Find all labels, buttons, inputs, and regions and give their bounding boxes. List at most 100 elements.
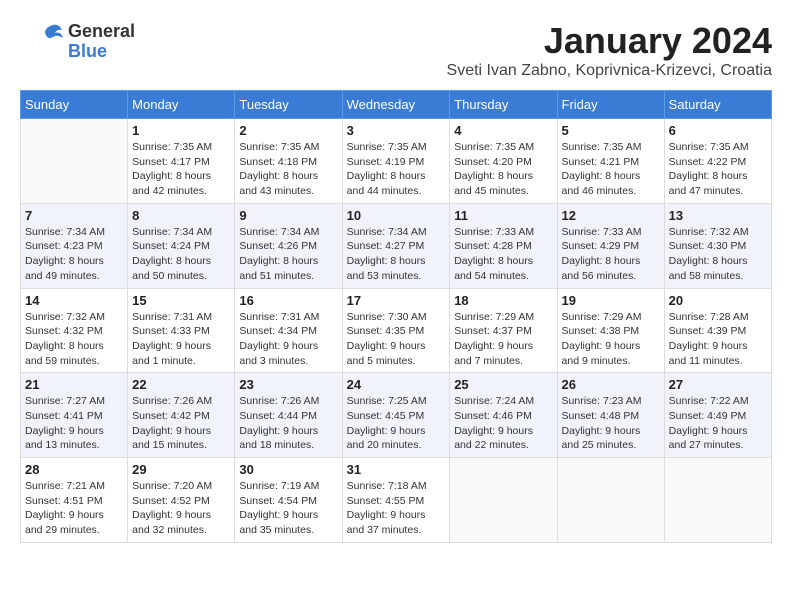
logo-blue-text: Blue (68, 42, 135, 62)
day-info: Sunrise: 7:30 AM Sunset: 4:35 PM Dayligh… (347, 310, 446, 369)
day-number: 8 (132, 208, 230, 223)
calendar-day-cell: 4Sunrise: 7:35 AM Sunset: 4:20 PM Daylig… (450, 119, 557, 204)
day-number: 1 (132, 123, 230, 138)
calendar-day-cell: 9 Sunrise: 7:34 AM Sunset: 4:26 PM Daylig… (235, 203, 342, 288)
calendar-header-row: SundayMondayTuesdayWednesdayThursdayFrid… (21, 91, 772, 119)
calendar-day-cell: 18Sunrise: 7:29 AM Sunset: 4:37 PM Dayli… (450, 288, 557, 373)
day-number: 29 (132, 462, 230, 477)
day-info: Sunrise: 7:34 AM Sunset: 4:23 PM Dayligh… (25, 225, 123, 284)
day-info: Sunrise: 7:34 AM Sunset: 4:26 PM Dayligh… (239, 225, 337, 284)
day-info: Sunrise: 7:31 AM Sunset: 4:34 PM Dayligh… (239, 310, 337, 369)
calendar-day-header: Monday (128, 91, 235, 119)
day-number: 23 (239, 377, 337, 392)
calendar-day-cell (557, 458, 664, 543)
day-number: 6 (669, 123, 767, 138)
calendar-day-cell: 31 Sunrise: 7:18 AM Sunset: 4:55 PM Dayli… (342, 458, 450, 543)
day-info: Sunrise: 7:31 AM Sunset: 4:33 PM Dayligh… (132, 310, 230, 369)
calendar-day-cell: 25 Sunrise: 7:24 AM Sunset: 4:46 PM Dayli… (450, 373, 557, 458)
day-number: 3 (347, 123, 446, 138)
calendar-day-cell: 13Sunrise: 7:32 AM Sunset: 4:30 PM Dayli… (664, 203, 771, 288)
calendar-day-header: Sunday (21, 91, 128, 119)
day-info: Sunrise: 7:21 AM Sunset: 4:51 PM Dayligh… (25, 479, 123, 538)
calendar-week-row: 21 Sunrise: 7:27 AM Sunset: 4:41 PM Dayli… (21, 373, 772, 458)
calendar-day-cell: 1 Sunrise: 7:35 AM Sunset: 4:17 PM Daylig… (128, 119, 235, 204)
day-info: Sunrise: 7:29 AM Sunset: 4:37 PM Dayligh… (454, 310, 552, 369)
day-number: 4 (454, 123, 552, 138)
calendar-week-row: 7 Sunrise: 7:34 AM Sunset: 4:23 PM Daylig… (21, 203, 772, 288)
calendar-day-cell: 14 Sunrise: 7:32 AM Sunset: 4:32 PM Dayli… (21, 288, 128, 373)
day-info: Sunrise: 7:28 AM Sunset: 4:39 PM Dayligh… (669, 310, 767, 369)
day-number: 9 (239, 208, 337, 223)
calendar-week-row: 28 Sunrise: 7:21 AM Sunset: 4:51 PM Dayli… (21, 458, 772, 543)
day-info: Sunrise: 7:32 AM Sunset: 4:30 PM Dayligh… (669, 225, 767, 284)
day-info: Sunrise: 7:18 AM Sunset: 4:55 PM Dayligh… (347, 479, 446, 538)
day-info: Sunrise: 7:23 AM Sunset: 4:48 PM Dayligh… (562, 394, 660, 453)
calendar-day-cell: 5Sunrise: 7:35 AM Sunset: 4:21 PM Daylig… (557, 119, 664, 204)
day-info: Sunrise: 7:33 AM Sunset: 4:29 PM Dayligh… (562, 225, 660, 284)
day-info: Sunrise: 7:33 AM Sunset: 4:28 PM Dayligh… (454, 225, 552, 284)
calendar-day-header: Wednesday (342, 91, 450, 119)
logo-icon (20, 20, 64, 64)
calendar-day-cell: 15 Sunrise: 7:31 AM Sunset: 4:33 PM Dayli… (128, 288, 235, 373)
calendar-day-cell: 10 Sunrise: 7:34 AM Sunset: 4:27 PM Dayli… (342, 203, 450, 288)
calendar-table: SundayMondayTuesdayWednesdayThursdayFrid… (20, 90, 772, 543)
title-section: January 2024 Sveti Ivan Zabno, Koprivnic… (447, 20, 772, 80)
day-info: Sunrise: 7:35 AM Sunset: 4:17 PM Dayligh… (132, 140, 230, 199)
day-number: 20 (669, 293, 767, 308)
day-number: 31 (347, 462, 446, 477)
day-number: 11 (454, 208, 552, 223)
calendar-day-cell: 2Sunrise: 7:35 AM Sunset: 4:18 PM Daylig… (235, 119, 342, 204)
calendar-day-cell: 12 Sunrise: 7:33 AM Sunset: 4:29 PM Dayli… (557, 203, 664, 288)
day-number: 26 (562, 377, 660, 392)
calendar-day-cell: 17 Sunrise: 7:30 AM Sunset: 4:35 PM Dayli… (342, 288, 450, 373)
calendar-day-cell: 11 Sunrise: 7:33 AM Sunset: 4:28 PM Dayli… (450, 203, 557, 288)
location-title: Sveti Ivan Zabno, Koprivnica-Krizevci, C… (447, 62, 772, 80)
calendar-day-cell: 26 Sunrise: 7:23 AM Sunset: 4:48 PM Dayli… (557, 373, 664, 458)
day-number: 24 (347, 377, 446, 392)
day-number: 12 (562, 208, 660, 223)
calendar-day-cell: 28 Sunrise: 7:21 AM Sunset: 4:51 PM Dayli… (21, 458, 128, 543)
day-number: 21 (25, 377, 123, 392)
day-number: 17 (347, 293, 446, 308)
day-info: Sunrise: 7:34 AM Sunset: 4:27 PM Dayligh… (347, 225, 446, 284)
day-info: Sunrise: 7:24 AM Sunset: 4:46 PM Dayligh… (454, 394, 552, 453)
month-title: January 2024 (447, 20, 772, 62)
calendar-day-header: Thursday (450, 91, 557, 119)
calendar-day-cell (664, 458, 771, 543)
calendar-day-cell: 20 Sunrise: 7:28 AM Sunset: 4:39 PM Dayli… (664, 288, 771, 373)
day-number: 27 (669, 377, 767, 392)
calendar-day-cell: 24 Sunrise: 7:25 AM Sunset: 4:45 PM Dayli… (342, 373, 450, 458)
calendar-day-header: Friday (557, 91, 664, 119)
day-info: Sunrise: 7:35 AM Sunset: 4:18 PM Dayligh… (239, 140, 337, 199)
day-info: Sunrise: 7:35 AM Sunset: 4:22 PM Dayligh… (669, 140, 767, 199)
calendar-day-cell: 29 Sunrise: 7:20 AM Sunset: 4:52 PM Dayli… (128, 458, 235, 543)
calendar-day-cell: 6 Sunrise: 7:35 AM Sunset: 4:22 PM Daylig… (664, 119, 771, 204)
calendar-day-cell: 7 Sunrise: 7:34 AM Sunset: 4:23 PM Daylig… (21, 203, 128, 288)
day-info: Sunrise: 7:20 AM Sunset: 4:52 PM Dayligh… (132, 479, 230, 538)
logo: General Blue (20, 20, 135, 64)
day-info: Sunrise: 7:22 AM Sunset: 4:49 PM Dayligh… (669, 394, 767, 453)
day-info: Sunrise: 7:26 AM Sunset: 4:42 PM Dayligh… (132, 394, 230, 453)
day-number: 7 (25, 208, 123, 223)
page-header: General Blue January 2024 Sveti Ivan Zab… (20, 20, 772, 80)
calendar-week-row: 1 Sunrise: 7:35 AM Sunset: 4:17 PM Daylig… (21, 119, 772, 204)
day-number: 10 (347, 208, 446, 223)
day-number: 5 (562, 123, 660, 138)
day-number: 14 (25, 293, 123, 308)
calendar-day-cell: 30Sunrise: 7:19 AM Sunset: 4:54 PM Dayli… (235, 458, 342, 543)
calendar-day-cell: 23 Sunrise: 7:26 AM Sunset: 4:44 PM Dayli… (235, 373, 342, 458)
calendar-day-cell: 22 Sunrise: 7:26 AM Sunset: 4:42 PM Dayli… (128, 373, 235, 458)
day-info: Sunrise: 7:26 AM Sunset: 4:44 PM Dayligh… (239, 394, 337, 453)
day-info: Sunrise: 7:29 AM Sunset: 4:38 PM Dayligh… (562, 310, 660, 369)
day-number: 30 (239, 462, 337, 477)
day-number: 15 (132, 293, 230, 308)
day-info: Sunrise: 7:25 AM Sunset: 4:45 PM Dayligh… (347, 394, 446, 453)
day-info: Sunrise: 7:32 AM Sunset: 4:32 PM Dayligh… (25, 310, 123, 369)
day-number: 28 (25, 462, 123, 477)
calendar-week-row: 14 Sunrise: 7:32 AM Sunset: 4:32 PM Dayli… (21, 288, 772, 373)
day-info: Sunrise: 7:35 AM Sunset: 4:19 PM Dayligh… (347, 140, 446, 199)
day-number: 22 (132, 377, 230, 392)
day-number: 25 (454, 377, 552, 392)
day-info: Sunrise: 7:27 AM Sunset: 4:41 PM Dayligh… (25, 394, 123, 453)
calendar-day-cell: 21 Sunrise: 7:27 AM Sunset: 4:41 PM Dayli… (21, 373, 128, 458)
